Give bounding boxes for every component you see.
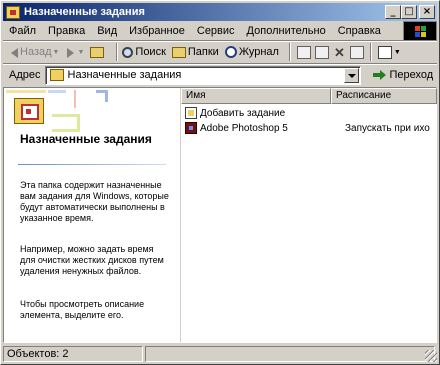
folders-button[interactable]: Папки	[171, 46, 219, 58]
forward-button[interactable]: ▼	[65, 46, 84, 58]
column-schedule-header[interactable]: Расписание	[331, 88, 437, 104]
pane-description: Эта папка содержит назначенные вам задан…	[20, 180, 169, 223]
history-label: Журнал	[238, 46, 279, 58]
menu-tools[interactable]: Сервис	[191, 25, 241, 37]
folders-icon	[171, 46, 186, 58]
item-schedule: Запускать при ихо	[345, 122, 430, 134]
search-label: Поиск	[135, 46, 166, 58]
toolbar-separator	[369, 43, 372, 61]
list-item[interactable]: Добавить задание	[181, 106, 437, 120]
decoration	[74, 90, 76, 108]
scheduled-tasks-icon	[14, 98, 44, 124]
history-button[interactable]: Журнал	[224, 46, 279, 58]
add-task-icon	[185, 107, 197, 119]
menu-help[interactable]: Справка	[332, 25, 387, 37]
toolbar-separator	[288, 43, 291, 61]
list-item[interactable]: Adobe Photoshop 5 Запускать при ихо	[181, 121, 437, 135]
folder-icon	[49, 69, 64, 81]
address-value[interactable]: Назначенные задания	[68, 69, 182, 81]
move-to-icon[interactable]	[296, 45, 311, 59]
toolbar-separator	[116, 43, 119, 61]
decoration	[6, 90, 46, 93]
decoration	[52, 114, 80, 132]
file-list: Имя Расписание Добавить задание Adobe Ph…	[180, 88, 437, 342]
copy-to-icon[interactable]	[314, 45, 329, 59]
address-bar: Адрес Назначенные задания Переход	[3, 64, 437, 86]
window-title: Назначенные задания	[24, 6, 145, 18]
menu-view[interactable]: Вид	[91, 25, 123, 37]
folders-label: Папки	[187, 46, 219, 58]
address-dropdown-button[interactable]	[343, 67, 359, 83]
title-bar[interactable]: Назначенные задания _ □ ×	[3, 3, 437, 21]
go-label: Переход	[389, 69, 434, 81]
decoration	[48, 90, 66, 93]
back-button[interactable]: Назад ▼	[9, 46, 59, 58]
windows-logo-icon	[403, 21, 437, 41]
folder-up-icon	[90, 46, 105, 58]
status-object-count: Объектов: 2	[3, 345, 143, 362]
menu-favorites[interactable]: Избранное	[123, 25, 191, 37]
go-button[interactable]: Переход	[372, 69, 434, 81]
maximize-button[interactable]: □	[401, 5, 417, 19]
status-cell-empty	[145, 345, 435, 362]
pane-example: Например, можно задать время для очистки…	[20, 244, 164, 276]
status-bar: Объектов: 2	[3, 345, 437, 362]
photoshop-icon	[185, 122, 197, 134]
undo-icon[interactable]	[349, 45, 364, 59]
history-icon	[224, 46, 237, 58]
explorer-window: Назначенные задания _ □ × Файл Правка Ви…	[0, 0, 440, 365]
menu-bar: Файл Правка Вид Избранное Сервис Дополни…	[3, 22, 437, 40]
back-arrow-icon	[11, 48, 18, 58]
chevron-down-icon: ▼	[77, 48, 85, 56]
menu-edit[interactable]: Правка	[42, 25, 91, 37]
list-header: Имя Расписание	[181, 88, 437, 104]
views-icon[interactable]	[377, 45, 392, 59]
minimize-button[interactable]: _	[385, 5, 401, 19]
back-label: Назад	[20, 46, 52, 58]
chevron-down-icon: ▼	[52, 48, 60, 56]
close-button[interactable]: ×	[419, 5, 435, 19]
menu-advanced[interactable]: Дополнительно	[241, 25, 332, 37]
up-folder-button[interactable]	[90, 46, 106, 58]
standard-toolbar: Назад ▼ ▼ Поиск Папки Журнал ✕ ▼	[3, 41, 437, 63]
item-name: Добавить задание	[200, 107, 286, 119]
content-area: Назначенные задания Эта папка содержит н…	[3, 87, 437, 343]
pane-divider	[18, 164, 166, 165]
decoration	[96, 90, 108, 102]
item-name: Adobe Photoshop 5	[200, 122, 288, 134]
address-field[interactable]: Назначенные задания	[44, 65, 361, 85]
scheduled-tasks-icon	[6, 5, 20, 19]
chevron-down-icon[interactable]: ▼	[394, 49, 401, 56]
pane-title: Назначенные задания	[20, 132, 152, 146]
column-name-header[interactable]: Имя	[181, 88, 331, 104]
address-label: Адрес	[9, 69, 41, 81]
search-button[interactable]: Поиск	[122, 46, 166, 58]
search-icon	[122, 46, 134, 58]
forward-arrow-icon	[67, 48, 75, 58]
resize-grip[interactable]	[425, 350, 437, 362]
pane-hint: Чтобы просмотреть описание элемента, выд…	[20, 299, 145, 320]
web-view-pane: Назначенные задания Эта папка содержит н…	[4, 88, 180, 342]
go-arrow-icon	[372, 69, 387, 81]
delete-icon[interactable]: ✕	[334, 46, 345, 59]
menu-file[interactable]: Файл	[3, 25, 42, 37]
